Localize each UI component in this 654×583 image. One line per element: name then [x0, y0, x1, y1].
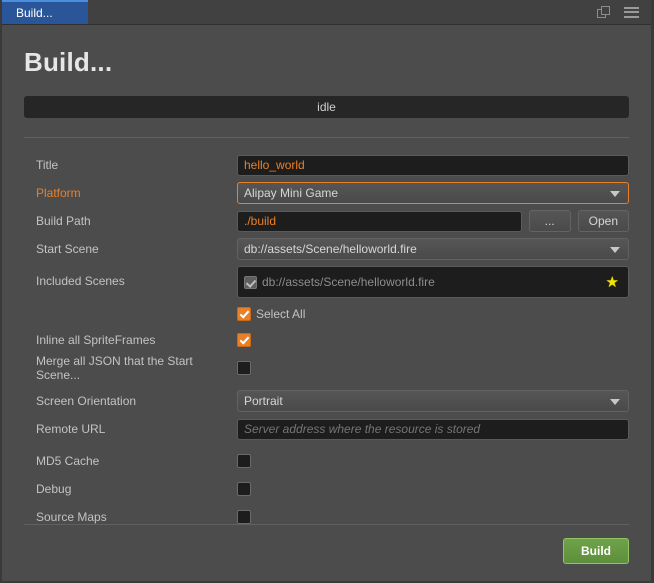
label-included-scenes: Included Scenes	[36, 274, 125, 288]
hamburger-menu-icon[interactable]	[624, 6, 639, 18]
field-screen-orientation: Portrait	[237, 390, 629, 412]
row-start-scene: Start Scene db://assets/Scene/helloworld…	[24, 235, 629, 263]
label-screen-orientation: Screen Orientation	[36, 394, 137, 408]
row-merge-json: Merge all JSON that the Start Scene...	[24, 354, 629, 382]
field-title	[237, 154, 629, 176]
page-title: Build...	[24, 47, 113, 77]
label-merge-json: Merge all JSON that the Start Scene...	[36, 354, 193, 382]
row-debug: Debug	[24, 475, 629, 503]
status-bar: idle	[24, 96, 629, 118]
build-path-input[interactable]	[237, 210, 522, 232]
tab-build[interactable]: Build...	[2, 0, 88, 24]
label-remote-url: Remote URL	[36, 422, 106, 436]
field-remote-url	[237, 418, 629, 440]
debug-checkbox[interactable]	[237, 482, 251, 496]
footer-divider	[24, 524, 629, 525]
chevron-down-icon	[610, 191, 620, 197]
source-maps-checkbox[interactable]	[237, 510, 251, 524]
md5-cache-checkbox[interactable]	[237, 454, 251, 468]
field-source-maps	[237, 510, 629, 524]
start-scene-dropdown[interactable]: db://assets/Scene/helloworld.fire	[237, 238, 629, 260]
open-button[interactable]: Open	[577, 210, 629, 232]
inline-spriteframes-checkbox[interactable]	[237, 333, 251, 347]
panel-content: Build... idle Title Platform Alipay Mini…	[2, 47, 651, 531]
row-source-maps: Source Maps	[24, 503, 629, 531]
row-select-all: Select All	[24, 302, 629, 326]
field-build-path: ... Open	[237, 210, 629, 232]
merge-json-checkbox[interactable]	[237, 361, 251, 375]
field-platform: Alipay Mini Game	[237, 182, 629, 204]
tab-build-label: Build...	[16, 6, 53, 20]
row-screen-orientation: Screen Orientation Portrait	[24, 387, 629, 415]
included-scenes-list: db://assets/Scene/helloworld.fire ★	[237, 266, 629, 298]
field-inline-spriteframes	[237, 333, 629, 347]
chevron-down-icon	[610, 399, 620, 405]
scene-path: db://assets/Scene/helloworld.fire	[262, 275, 435, 289]
copy-panel-icon[interactable]	[597, 5, 610, 19]
label-md5-cache: MD5 Cache	[36, 454, 100, 468]
remote-url-input[interactable]	[237, 418, 629, 440]
select-all-checkbox-group[interactable]: Select All	[237, 307, 305, 321]
row-inline-spriteframes: Inline all SpriteFrames	[24, 326, 629, 354]
label-start-scene: Start Scene	[36, 242, 99, 256]
field-select-all: Select All	[237, 307, 629, 321]
field-debug	[237, 482, 629, 496]
build-button[interactable]: Build	[563, 538, 629, 564]
tab-bar-actions	[597, 0, 651, 24]
field-md5-cache	[237, 454, 629, 468]
screen-orientation-dropdown[interactable]: Portrait	[237, 390, 629, 412]
row-remote-url: Remote URL	[24, 415, 629, 443]
field-included-scenes: db://assets/Scene/helloworld.fire ★	[237, 266, 629, 298]
select-all-checkbox[interactable]	[237, 307, 251, 321]
chevron-down-icon	[610, 247, 620, 253]
row-included-scenes: Included Scenes db://assets/Scene/hellow…	[24, 263, 629, 302]
start-scene-dropdown-value: db://assets/Scene/helloworld.fire	[244, 242, 417, 256]
label-build-path: Build Path	[36, 214, 91, 228]
tab-bar: Build...	[2, 0, 651, 25]
field-merge-json	[237, 361, 629, 375]
footer: Build	[24, 538, 629, 564]
select-all-label: Select All	[256, 307, 306, 321]
platform-dropdown-value: Alipay Mini Game	[244, 186, 339, 200]
platform-dropdown[interactable]: Alipay Mini Game	[237, 182, 629, 204]
label-platform: Platform	[36, 186, 81, 200]
browse-button[interactable]: ...	[528, 210, 571, 232]
row-title: Title	[24, 151, 629, 179]
build-panel-window: Build... Build... idle Title hello_world…	[0, 0, 654, 583]
row-platform: Platform Alipay Mini Game	[24, 179, 629, 207]
title-input[interactable]	[237, 154, 629, 176]
row-md5-cache: MD5 Cache	[24, 447, 629, 475]
tab-bar-spacer	[88, 0, 597, 24]
label-title: Title	[36, 158, 59, 172]
star-icon[interactable]: ★	[606, 275, 619, 290]
screen-orientation-value: Portrait	[244, 394, 283, 408]
label-source-maps: Source Maps	[36, 510, 107, 524]
list-item[interactable]: db://assets/Scene/helloworld.fire	[244, 275, 435, 289]
label-debug: Debug	[36, 482, 72, 496]
status-text: idle	[317, 100, 336, 114]
field-start-scene: db://assets/Scene/helloworld.fire	[237, 238, 629, 260]
build-settings-form: Title Platform Alipay Mini Game Build Pa…	[24, 138, 629, 531]
scene-checkbox	[244, 275, 257, 289]
row-build-path: Build Path ... Open	[24, 207, 629, 235]
label-inline-spriteframes: Inline all SpriteFrames	[36, 333, 156, 347]
